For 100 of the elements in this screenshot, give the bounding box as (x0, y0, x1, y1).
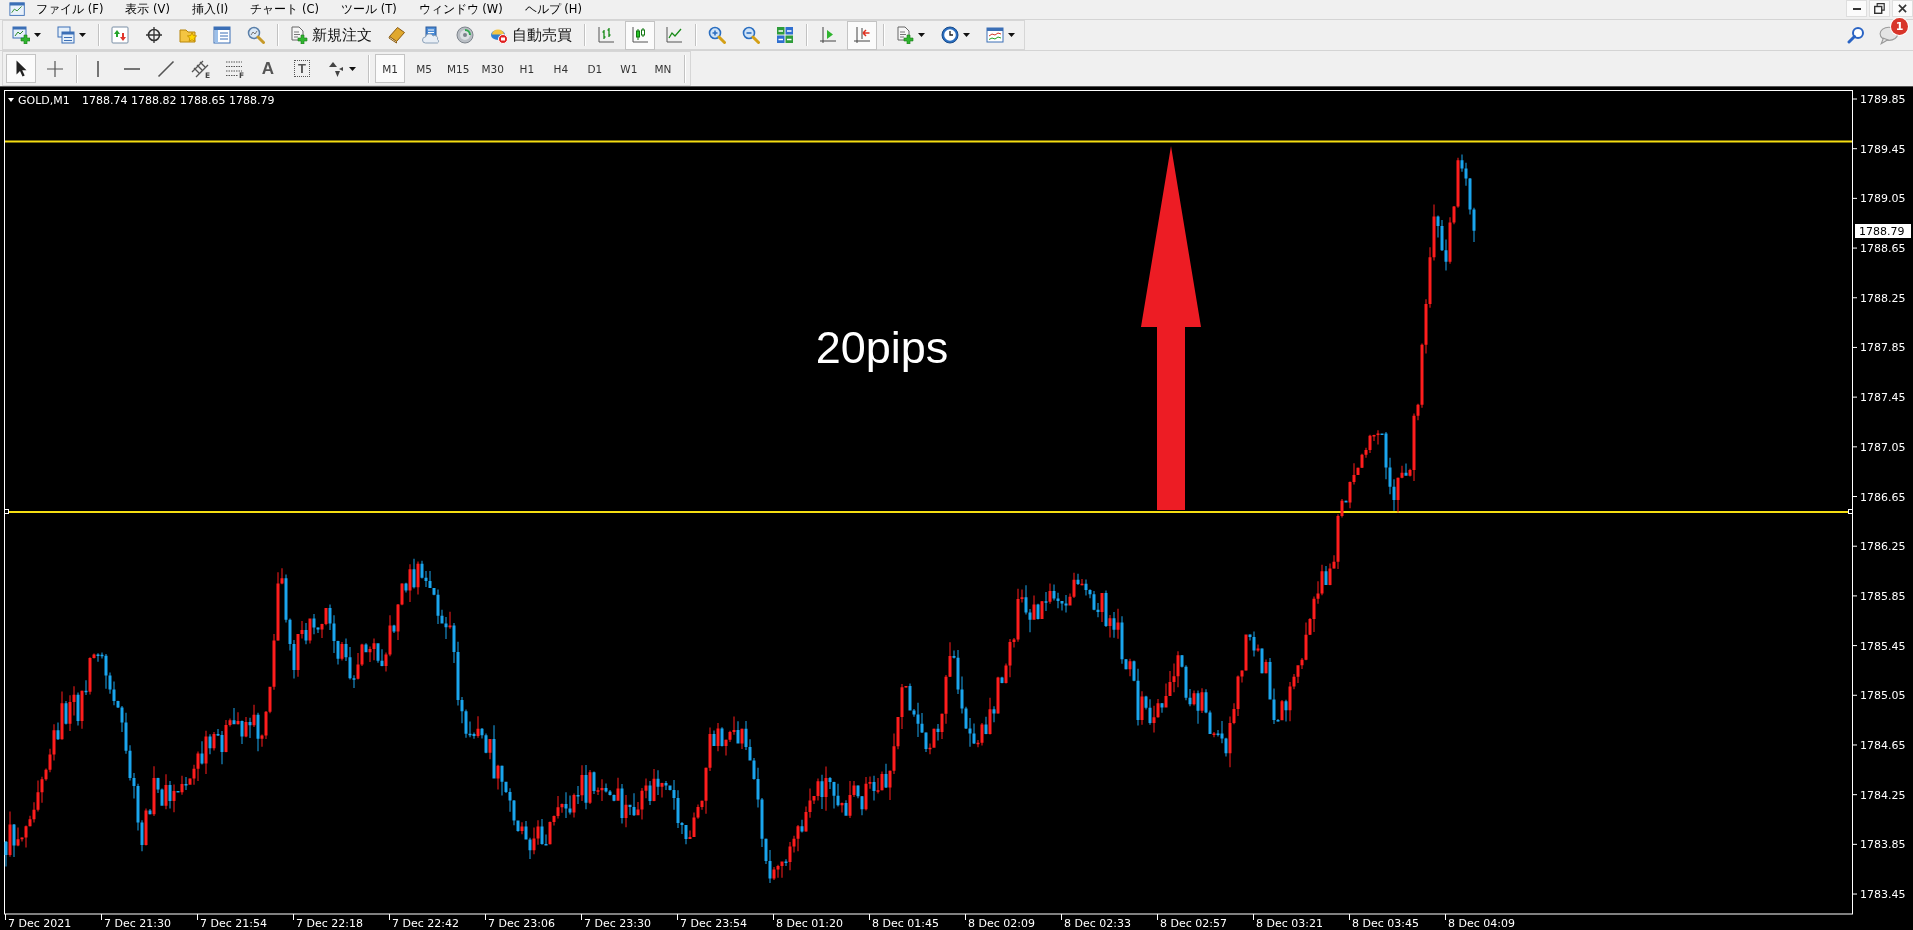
time-label: 8 Dec 03:21 (1256, 917, 1323, 930)
time-label: 7 Dec 22:42 (392, 917, 459, 930)
price-label: 1789.05 (1860, 192, 1906, 206)
price-label: 1784.25 (1860, 788, 1906, 802)
time-label: 8 Dec 01:20 (776, 917, 843, 930)
updown-arrows-icon (111, 26, 129, 44)
caret-icon (349, 66, 356, 71)
document-plus-icon (290, 26, 308, 44)
windows-icon (57, 26, 75, 44)
list-window-icon (213, 26, 231, 44)
menu-item[interactable]: チャート (C) (239, 0, 330, 19)
time-label: 7 Dec 23:54 (680, 917, 747, 930)
text-button[interactable]: A (253, 54, 283, 83)
folder-star-icon (179, 26, 197, 44)
bar-chart-icon (597, 26, 615, 44)
notification-badge: 1 (1891, 18, 1908, 36)
timeframe-button[interactable]: H4 (545, 54, 576, 83)
menu-item[interactable]: ファイル (F) (25, 0, 115, 19)
price-label: 1783.45 (1860, 888, 1906, 902)
price-label: 1787.45 (1860, 391, 1906, 405)
time-label: 8 Dec 03:45 (1352, 917, 1419, 930)
cursor-button[interactable] (6, 54, 36, 83)
vertical-line-icon (97, 60, 99, 77)
time-label: 7 Dec 21:30 (104, 917, 171, 930)
timeframe-button[interactable]: W1 (613, 54, 644, 83)
menu-item[interactable]: 挿入(I) (180, 0, 240, 19)
timeframe-button[interactable]: M15 (443, 54, 474, 83)
timeframe-button[interactable]: MN (647, 54, 678, 83)
fibonacci-lines-icon (225, 60, 243, 77)
price-label: 1787.05 (1860, 440, 1906, 454)
search-icon (1847, 26, 1866, 44)
line-chart-icon (665, 26, 683, 44)
auto-scroll-button[interactable] (847, 20, 877, 50)
price-label: 1785.05 (1860, 689, 1906, 703)
search-button[interactable] (1847, 26, 1866, 44)
candlestick-icon (631, 26, 649, 44)
timeframe-button[interactable]: M5 (409, 54, 439, 83)
menu-item[interactable]: ウィンドウ (W) (407, 0, 514, 19)
timeframe-button[interactable]: M1 (375, 54, 405, 83)
candlestick-chart-button[interactable] (625, 20, 655, 50)
restore-icon (1874, 3, 1885, 14)
timeframe-button[interactable]: M30 (477, 54, 508, 83)
current-price-tag: 1788.79 (1855, 224, 1911, 238)
close-icon (1898, 4, 1907, 13)
price-label: 1786.25 (1860, 540, 1906, 554)
time-label: 8 Dec 04:09 (1448, 917, 1515, 930)
minimize-button[interactable] (1846, 0, 1867, 17)
crosshair-icon (145, 26, 163, 44)
signal-circle-icon (456, 26, 474, 44)
price-label: 1785.85 (1860, 589, 1906, 603)
magnifier-icon (247, 26, 265, 44)
restore-button[interactable] (1869, 0, 1890, 17)
caret-icon (1008, 33, 1015, 37)
price-label: 1784.65 (1860, 738, 1906, 752)
diagonal-line-icon (157, 59, 175, 78)
price-label: 1788.25 (1860, 291, 1906, 305)
tile-windows-icon (776, 26, 794, 44)
price-label: 1786.65 (1860, 490, 1906, 504)
price-level-line[interactable] (4, 509, 1853, 514)
document-plus-icon (896, 26, 914, 44)
menu-item[interactable]: ツール (T) (330, 0, 408, 19)
template-chart-icon (986, 26, 1004, 44)
time-label: 8 Dec 01:45 (872, 917, 939, 930)
timeframe-button[interactable]: D1 (579, 54, 610, 83)
chart-plus-icon (12, 26, 30, 44)
time-label: 8 Dec 02:09 (968, 917, 1035, 930)
caret-icon (8, 98, 14, 102)
symbol-label: GOLD,M1 (18, 94, 70, 107)
caret-icon (79, 33, 86, 37)
time-label: 7 Dec 22:18 (296, 917, 363, 930)
time-label: 7 Dec 2021 (8, 917, 72, 930)
ohlc-quotes: 1788.74 1788.82 1788.65 1788.79 (82, 94, 275, 107)
price-label: 1788.65 (1860, 242, 1906, 256)
text-label-button[interactable]: T (287, 54, 317, 83)
channel-lines-icon (191, 59, 209, 78)
price-label: 1783.85 (1860, 838, 1906, 852)
caret-icon (34, 33, 41, 37)
zoom-in-icon (708, 26, 726, 44)
menu-item[interactable]: 表示 (V) (114, 0, 181, 19)
auto-trading-button[interactable]: 自動売買 (484, 20, 578, 50)
time-label: 7 Dec 23:30 (584, 917, 651, 930)
horizontal-line-icon (124, 67, 140, 70)
price-label: 1789.85 (1860, 93, 1906, 106)
chart-shift-icon (819, 26, 837, 44)
timeframe-button[interactable]: H1 (511, 54, 542, 83)
close-button[interactable] (1892, 0, 1913, 17)
plus-cross-icon (46, 59, 64, 78)
annotation-label: 20pips (815, 322, 949, 373)
minimize-icon (1852, 7, 1861, 10)
price-label: 1785.45 (1860, 639, 1906, 653)
cursor-arrow-icon (15, 60, 27, 77)
new-order-button[interactable]: 新規注文 (284, 20, 378, 50)
menu-item[interactable]: ヘルプ (H) (513, 0, 593, 19)
time-label: 7 Dec 23:06 (488, 917, 555, 930)
time-label: 8 Dec 02:33 (1064, 917, 1131, 930)
book-icon (388, 26, 406, 44)
caret-icon (963, 33, 970, 37)
price-label: 1787.85 (1860, 341, 1906, 355)
zoom-out-icon (742, 26, 760, 44)
auto-scroll-icon (853, 26, 871, 44)
